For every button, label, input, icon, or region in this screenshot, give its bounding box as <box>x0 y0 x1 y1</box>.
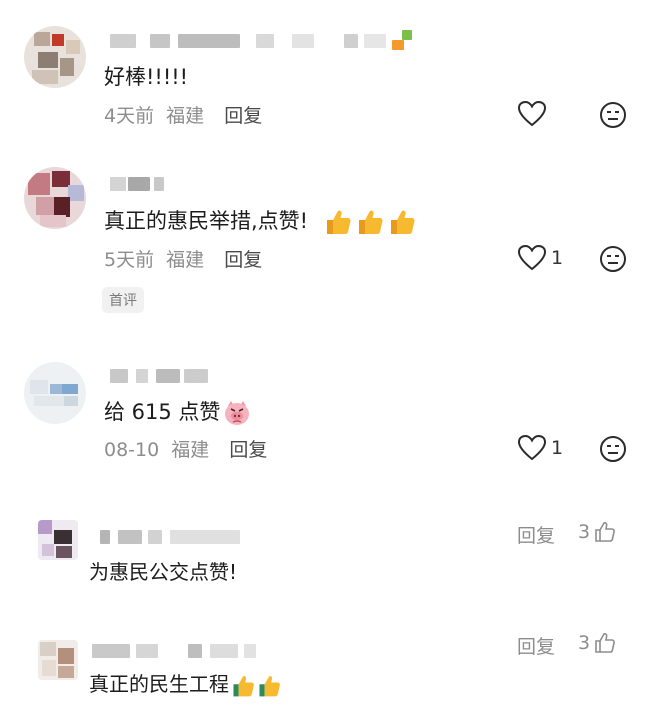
like-button[interactable]: 1 <box>517 244 563 272</box>
comment-text: 真正的惠民举措,点赞! <box>104 207 417 237</box>
dislike-button[interactable] <box>599 101 627 129</box>
username-blurred[interactable] <box>106 365 216 387</box>
comment-meta: 08-10 福建 回复 <box>104 435 267 462</box>
reply-button[interactable]: 回复 <box>224 105 262 127</box>
thumbs-up-icon <box>230 673 256 699</box>
comment-text: 给 615 点赞 <box>104 398 252 428</box>
comment-location: 福建 <box>166 249 205 271</box>
reply-button[interactable]: 回复 <box>517 632 555 659</box>
avatar[interactable] <box>24 26 86 88</box>
comment-location: 福建 <box>171 439 210 461</box>
reply-text: 为惠民公交点赞! <box>89 560 238 584</box>
thumbs-up-icon <box>387 207 417 237</box>
username-blurred[interactable] <box>106 30 416 52</box>
reply-button[interactable]: 回复 <box>229 439 267 461</box>
like-button[interactable]: 3 <box>578 631 617 655</box>
comment-meta: 5天前 福建 回复 <box>104 245 262 272</box>
reply-button[interactable]: 回复 <box>224 249 262 271</box>
comment-time: 08-10 <box>104 439 160 461</box>
like-count: 3 <box>578 632 591 654</box>
heart-icon <box>517 244 547 271</box>
dislike-button[interactable] <box>599 435 627 463</box>
username-blurred[interactable] <box>96 526 246 548</box>
comment-time: 5天前 <box>104 249 155 271</box>
like-button[interactable] <box>517 100 547 128</box>
neutral-face-icon <box>600 436 626 462</box>
thumbs-up-icon <box>323 207 353 237</box>
dislike-button[interactable] <box>599 245 627 273</box>
thumbs-up-icon <box>355 207 385 237</box>
pig-face-icon <box>222 398 252 428</box>
avatar[interactable] <box>38 640 78 680</box>
avatar[interactable] <box>38 520 78 560</box>
reply-text: 真正的民生工程 <box>89 670 282 699</box>
heart-icon <box>517 100 547 127</box>
neutral-face-icon <box>600 246 626 272</box>
avatar[interactable] <box>24 362 86 424</box>
first-comment-badge: 首评 <box>102 287 144 313</box>
like-button[interactable]: 3 <box>578 520 617 544</box>
comment-time: 4天前 <box>104 105 155 127</box>
like-count: 1 <box>551 247 564 269</box>
neutral-face-icon <box>600 102 626 128</box>
thumbs-up-outline-icon <box>595 522 616 542</box>
comment-meta: 4天前 福建 回复 <box>104 101 262 128</box>
like-button[interactable]: 1 <box>517 434 563 462</box>
like-count: 3 <box>578 521 591 543</box>
heart-icon <box>517 434 547 461</box>
avatar[interactable] <box>24 167 86 229</box>
comment-text: 好棒!!!!! <box>104 65 189 89</box>
reply-button[interactable]: 回复 <box>517 521 555 548</box>
like-count: 1 <box>551 437 564 459</box>
username-blurred[interactable] <box>106 173 176 195</box>
comment-location: 福建 <box>166 105 205 127</box>
username-blurred[interactable] <box>92 640 272 662</box>
thumbs-up-outline-icon <box>595 633 616 653</box>
thumbs-up-icon <box>256 673 282 699</box>
